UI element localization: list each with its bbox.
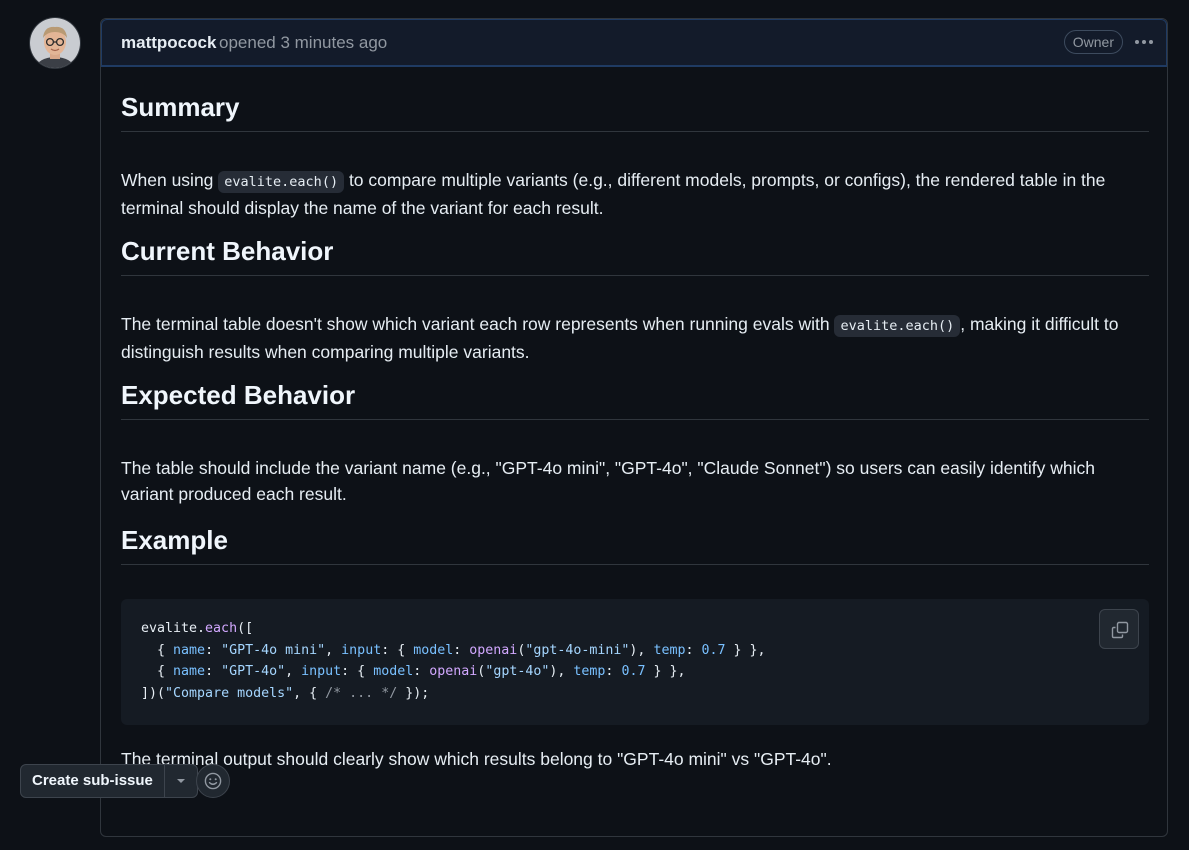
- heading-summary: Summary: [121, 91, 1149, 132]
- expected-behavior-paragraph: The table should include the variant nam…: [121, 458, 1096, 504]
- issue-comment: mattpocock opened 3 minutes ago Owner Su…: [100, 18, 1168, 837]
- code-line-3: { name: "GPT-4o", input: { model: openai…: [141, 664, 686, 680]
- code-line-2: { name: "GPT-4o mini", input: { model: o…: [141, 642, 766, 658]
- add-reaction-button[interactable]: [196, 764, 230, 798]
- summary-text-start: When using: [121, 170, 219, 190]
- create-sub-issue-group: Create sub-issue: [20, 764, 198, 798]
- create-sub-issue-button[interactable]: Create sub-issue: [21, 765, 165, 797]
- current-behavior-paragraph: The terminal table doesn't show which va…: [121, 311, 1149, 365]
- author-avatar[interactable]: [30, 18, 80, 68]
- triangle-down-icon: [176, 779, 185, 783]
- sub-issue-dropdown-button[interactable]: [165, 765, 197, 797]
- summary-paragraph: When using evalite.each() to compare mul…: [121, 167, 1149, 221]
- author-link[interactable]: mattpocock: [121, 33, 216, 53]
- code-line-1: evalite.each([: [141, 621, 254, 636]
- kebab-horizontal-icon: [1135, 40, 1153, 44]
- copy-icon: [1111, 621, 1129, 639]
- code-block: evalite.each([ { name: "GPT-4o mini", in…: [121, 599, 1149, 725]
- inline-code: evalite.each(): [834, 315, 961, 337]
- inline-code: evalite.each(): [218, 171, 345, 193]
- code-line-4: ])("Compare models", { /* ... */ });: [141, 686, 430, 702]
- comment-header: mattpocock opened 3 minutes ago Owner: [101, 19, 1167, 67]
- heading-expected-behavior: Expected Behavior: [121, 379, 1149, 420]
- copy-code-button[interactable]: [1099, 609, 1139, 649]
- example-footer-paragraph: The terminal output should clearly show …: [121, 749, 832, 769]
- code-content[interactable]: evalite.each([ { name: "GPT-4o mini", in…: [141, 618, 766, 705]
- current-text-start: The terminal table doesn't show which va…: [121, 314, 835, 334]
- heading-current-behavior: Current Behavior: [121, 235, 1149, 276]
- owner-badge: Owner: [1063, 30, 1123, 54]
- more-options-button[interactable]: [1133, 31, 1155, 53]
- code-line: evalite.each([: [141, 621, 253, 636]
- smiley-icon: [204, 772, 222, 790]
- heading-example: Example: [121, 524, 1149, 565]
- opened-timestamp[interactable]: opened 3 minutes ago: [219, 33, 387, 53]
